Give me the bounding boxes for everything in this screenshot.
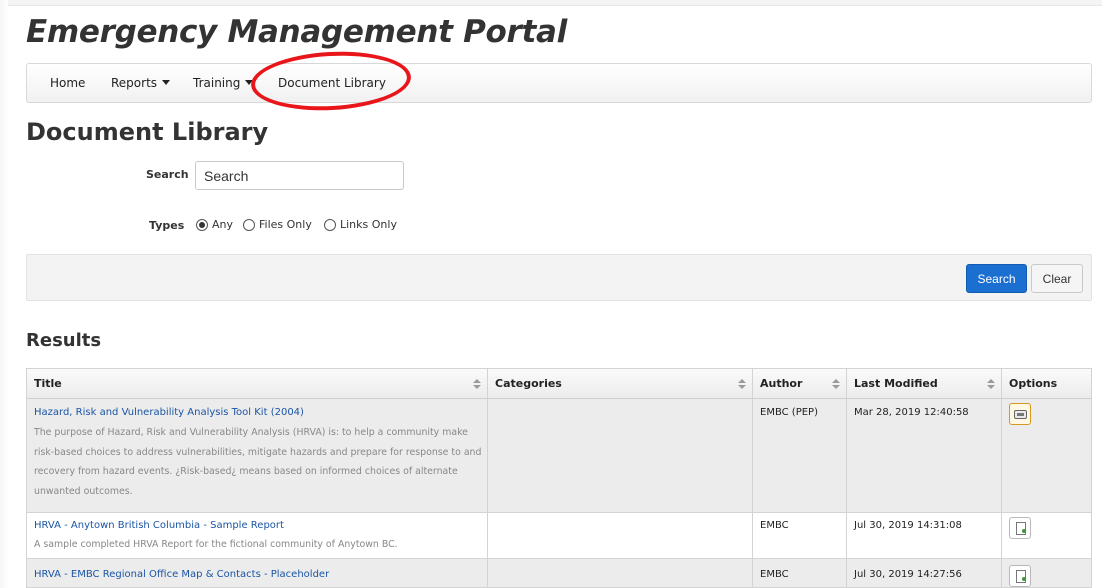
sort-icon xyxy=(473,379,481,389)
last-modified-cell: Jul 30, 2019 14:31:08 xyxy=(847,513,1002,558)
author-text: EMBC xyxy=(760,569,789,580)
sort-icon xyxy=(738,379,746,389)
results-heading: Results xyxy=(26,330,102,351)
column-header-categories[interactable]: Categories xyxy=(488,369,753,399)
file-download-icon xyxy=(1016,570,1026,583)
column-header-author[interactable]: Author xyxy=(753,369,847,399)
table-row: HRVA - Anytown British Columbia - Sample… xyxy=(27,513,1091,559)
link-icon xyxy=(1014,410,1027,419)
column-header-title[interactable]: Title xyxy=(27,369,488,399)
document-title-link[interactable]: HRVA - EMBC Regional Office Map & Contac… xyxy=(34,569,329,580)
last-modified-text: Mar 28, 2019 12:40:58 xyxy=(854,407,969,418)
title-cell: HRVA - Anytown British Columbia - Sample… xyxy=(27,513,488,558)
portal-title: Emergency Management Portal xyxy=(26,14,567,50)
options-cell xyxy=(1002,513,1091,558)
search-label: Search xyxy=(146,168,189,181)
nav-document-library-label: Document Library xyxy=(278,76,386,90)
last-modified-cell: Mar 28, 2019 12:40:58 xyxy=(847,399,1002,512)
column-header-author-label: Author xyxy=(760,377,803,390)
type-any-label[interactable]: Any xyxy=(212,218,233,231)
filter-action-bar xyxy=(26,254,1092,301)
categories-cell xyxy=(488,513,753,558)
sort-icon xyxy=(987,379,995,389)
column-header-last-modified[interactable]: Last Modified xyxy=(847,369,1002,399)
column-header-title-label: Title xyxy=(34,377,62,390)
column-header-last-modified-label: Last Modified xyxy=(854,377,938,390)
last-modified-cell: Jul 30, 2019 14:27:56 xyxy=(847,559,1002,587)
title-cell: Hazard, Risk and Vulnerability Analysis … xyxy=(27,399,488,512)
nav-home[interactable]: Home xyxy=(50,76,85,90)
title-cell: HRVA - EMBC Regional Office Map & Contac… xyxy=(27,559,488,587)
document-description: A sample completed HRVA Report for the f… xyxy=(34,539,398,550)
type-files-only-radio[interactable] xyxy=(243,219,255,231)
categories-cell xyxy=(488,559,753,587)
nav-training[interactable]: Training xyxy=(193,76,254,90)
type-links-only-radio[interactable] xyxy=(324,219,336,231)
document-title-link[interactable]: Hazard, Risk and Vulnerability Analysis … xyxy=(34,407,304,418)
nav-training-label: Training xyxy=(193,76,241,90)
search-input[interactable] xyxy=(195,161,404,190)
column-header-options-label: Options xyxy=(1009,377,1058,390)
search-button[interactable]: Search xyxy=(966,264,1027,293)
author-cell: EMBC xyxy=(753,513,847,558)
options-cell xyxy=(1002,559,1091,587)
table-row: HRVA - EMBC Regional Office Map & Contac… xyxy=(27,559,1091,587)
author-cell: EMBC (PEP) xyxy=(753,399,847,512)
table-row: Hazard, Risk and Vulnerability Analysis … xyxy=(27,399,1091,513)
download-file-button[interactable] xyxy=(1009,565,1031,587)
last-modified-text: Jul 30, 2019 14:27:56 xyxy=(854,569,962,580)
chevron-down-icon xyxy=(245,80,254,85)
file-download-icon xyxy=(1016,522,1026,535)
author-text: EMBC xyxy=(760,520,789,531)
clear-button[interactable]: Clear xyxy=(1031,264,1083,293)
options-cell xyxy=(1002,399,1091,512)
last-modified-text: Jul 30, 2019 14:31:08 xyxy=(854,520,962,531)
nav-reports[interactable]: Reports xyxy=(111,76,171,90)
type-files-only-label[interactable]: Files Only xyxy=(259,218,312,231)
chevron-down-icon xyxy=(162,80,171,85)
window-top-edge xyxy=(0,0,1102,6)
nav-document-library[interactable]: Document Library xyxy=(278,76,386,90)
author-text: EMBC (PEP) xyxy=(760,407,818,418)
type-any-radio[interactable] xyxy=(196,219,208,231)
column-header-options: Options xyxy=(1002,369,1091,399)
categories-cell xyxy=(488,399,753,512)
types-label: Types xyxy=(149,219,185,232)
column-header-categories-label: Categories xyxy=(495,377,562,390)
results-table: Title Categories Author Last Modified Op… xyxy=(26,368,1092,588)
main-navbar: Home Reports Training Document Library xyxy=(26,63,1092,103)
sort-icon xyxy=(832,379,840,389)
page-title: Document Library xyxy=(26,118,269,146)
author-cell: EMBC xyxy=(753,559,847,587)
document-title-link[interactable]: HRVA - Anytown British Columbia - Sample… xyxy=(34,520,284,531)
type-links-only-label[interactable]: Links Only xyxy=(340,218,397,231)
window-left-edge xyxy=(0,0,8,588)
document-description: The purpose of Hazard, Risk and Vulnerab… xyxy=(34,427,482,497)
nav-reports-label: Reports xyxy=(111,76,158,90)
open-link-button[interactable] xyxy=(1009,403,1031,425)
nav-home-label: Home xyxy=(50,76,86,90)
download-file-button[interactable] xyxy=(1009,517,1031,539)
